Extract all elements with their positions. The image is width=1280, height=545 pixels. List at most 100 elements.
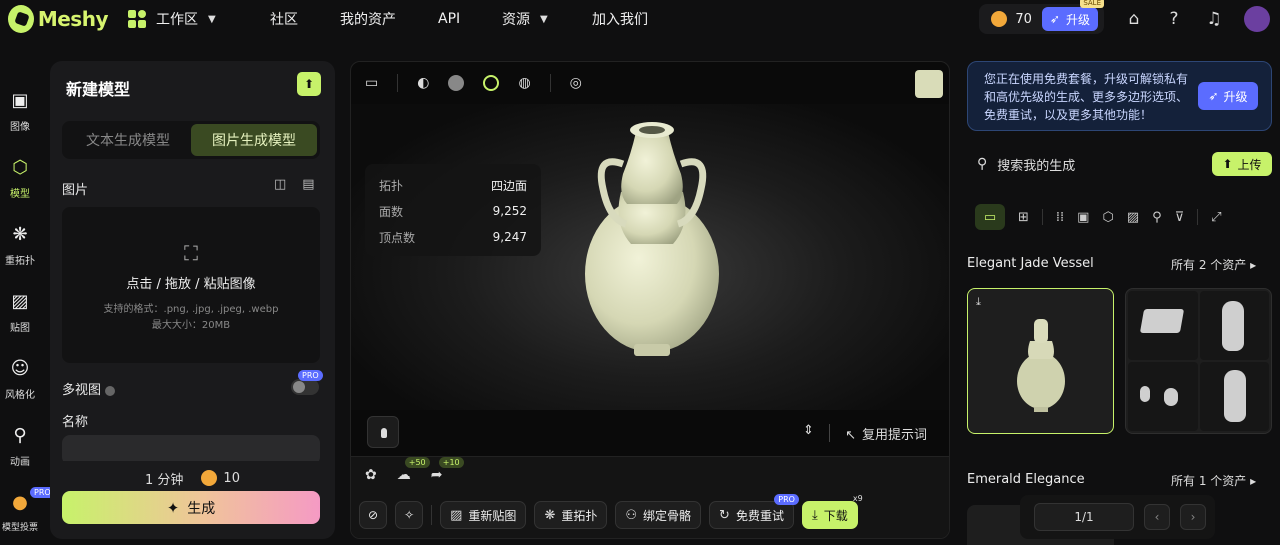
tab-text-to-model[interactable]: 文本生成模型 (65, 124, 191, 156)
all-types-icon[interactable]: ⁞⁞ (1056, 210, 1064, 225)
rail-item-remesh[interactable]: ❋ 重拓扑 (0, 224, 40, 291)
cube-filter-icon[interactable]: ⬡ (1102, 210, 1113, 225)
pro-badge: PRO (774, 494, 799, 505)
globe-icon[interactable]: ◎ (570, 75, 582, 91)
rail-item-model[interactable]: ⬡ 模型 (0, 157, 40, 224)
nav-resources[interactable]: 资源 ▼ (502, 0, 592, 38)
rail-item-image[interactable]: ▣ 图像 (0, 90, 40, 157)
divider (431, 505, 433, 525)
upgrade-button[interactable]: ➶ 升级 SALE (1041, 0, 1104, 31)
retexture-button[interactable]: ▨ 重新贴图 (440, 501, 527, 529)
free-retry-button[interactable]: ↻ 免费重试 PRO (709, 494, 799, 529)
chevron-right-icon: ▸ (1250, 474, 1257, 488)
fullscreen-icon[interactable]: ⤢ (1211, 210, 1221, 225)
rig-button[interactable]: ⚇ 绑定骨骼 (615, 501, 702, 529)
retopo-icon: ❋ (544, 507, 556, 523)
texture-mode-icon[interactable]: ◐ (417, 75, 429, 91)
source-image-thumbnail[interactable] (915, 70, 943, 98)
chevron-down-icon: ▼ (540, 13, 548, 25)
bell-icon[interactable]: ♫ (1194, 9, 1234, 29)
model-viewer: ▭ ◐ ◍ ◎ 拓扑 四边面 面数 9,252 顶点数 9,247 ⇕ ↖ 复用… (350, 61, 950, 539)
monitor-icon[interactable]: ▭ (365, 75, 378, 91)
tab-image-to-model[interactable]: 图片生成模型 (191, 124, 317, 156)
asset-card-selected[interactable]: ⤓ (967, 288, 1114, 434)
help-icon[interactable]: ? (1154, 9, 1194, 29)
running-filter-icon[interactable]: ⚲ (1152, 210, 1162, 225)
next-page-button[interactable]: › (1180, 504, 1206, 530)
share-button[interactable]: ➦ +10 (431, 457, 464, 483)
nav-my-assets[interactable]: 我的资产 (340, 0, 438, 38)
info-icon[interactable] (105, 385, 116, 396)
prev-page-button[interactable]: ‹ (1144, 504, 1170, 530)
download-button[interactable]: ⤓ 下载 x9 (801, 494, 863, 529)
upload-label: 上传 (1237, 157, 1262, 172)
folder-icon[interactable]: ▭ (975, 204, 1005, 230)
action-bar: ✿ ☁ +50 ➦ +10 ⊘ ✧ ▨ 重新贴图 ❋ 重拓扑 ⚇ 绑定骨骼 ↻ 免费重试 P… (351, 456, 949, 538)
gift-icon[interactable]: ⌂ (1114, 9, 1154, 29)
nav-community[interactable]: 社区 (270, 0, 340, 38)
name-label: 名称 (62, 415, 89, 430)
search-field[interactable]: ⚲ 搜索我的生成 (967, 148, 1183, 180)
clay-mode-icon[interactable] (448, 75, 465, 91)
prompt-image-thumbnail[interactable] (367, 416, 399, 448)
rail-item-animate[interactable]: ⚲ 动画 (0, 425, 40, 492)
openai-icon[interactable]: ✿ (365, 467, 377, 483)
supported-formats: 支持的格式：.png, .jpg, .jpeg, .webp (103, 304, 279, 315)
magic-icon-button[interactable]: ✧ (395, 501, 424, 529)
view-all-assets[interactable]: 所有 2 个资产 ▸ (1171, 256, 1256, 273)
grid-view-icon[interactable]: ⊞ (1018, 210, 1029, 225)
multiview-toggle[interactable] (291, 379, 319, 395)
upload-icon[interactable]: ⬆ (297, 72, 321, 96)
divider (829, 424, 830, 442)
upload-icon: ⬆ (1222, 157, 1233, 171)
filter-icon[interactable]: ⊽ (1175, 210, 1185, 225)
promo-text: 您正在使用免费套餐，升级可解锁私有和高优先级的生成、更多多边形选项、免费重试，以… (984, 72, 1189, 122)
promo-upgrade-button[interactable]: ➶ 升级 (1198, 82, 1258, 110)
image-filter-icon[interactable]: ▣ (1077, 210, 1089, 225)
dropzone-hint: 支持的格式：.png, .jpg, .jpeg, .webp 最大大小：20MB (62, 302, 320, 334)
texture-icon-button[interactable]: ⊘ (359, 501, 388, 529)
expand-icon[interactable]: ⇕ (803, 423, 814, 438)
rail-item-vote[interactable]: ● 模型投票 PRO (0, 487, 55, 542)
top-bar: Meshy 工作区 ▼ 社区 我的资产 API 资源 ▼ 加入我们 70 ➶ 升… (0, 0, 1280, 38)
download-icon: ⤓ (811, 507, 818, 523)
logo[interactable]: Meshy (8, 5, 109, 33)
texture-filter-icon[interactable]: ▨ (1127, 210, 1139, 225)
like-bonus-badge: +50 (404, 457, 430, 468)
avatar[interactable] (1244, 6, 1270, 32)
nav-api[interactable]: API (438, 0, 502, 38)
logo-text: Meshy (37, 7, 109, 31)
variant-thumbnail[interactable] (1199, 291, 1269, 360)
reuse-prompt-button[interactable]: ↖ 复用提示词 (845, 424, 927, 443)
remesh-button[interactable]: ❋ 重拓扑 (534, 501, 608, 529)
upload-button[interactable]: ⬆ 上传 (1212, 152, 1272, 176)
generation-cost: 1 分钟 10 (50, 461, 335, 495)
viewer-toolbar: ▭ ◐ ◍ ◎ (351, 62, 949, 104)
variant-thumbnail[interactable] (1199, 362, 1269, 431)
retry-icon: ↻ (719, 507, 730, 523)
gallery-icon[interactable]: ▤ (302, 177, 314, 192)
variant-thumbnail[interactable] (1128, 362, 1198, 431)
vase-thumbnail (1017, 319, 1065, 412)
split-view-icon[interactable]: ◫ (274, 177, 286, 192)
nav-join-us[interactable]: 加入我们 (592, 0, 682, 38)
rail-item-texture[interactable]: ▨ 贴图 (0, 291, 40, 358)
rail-label: 贴图 (10, 323, 30, 334)
nav-workspace[interactable]: 工作区 ▼ (128, 0, 270, 38)
credits-box[interactable]: 70 ➶ 升级 SALE (979, 0, 1104, 34)
credit-coin-icon (991, 11, 1008, 27)
view-all-assets[interactable]: 所有 1 个资产 ▸ (1171, 472, 1256, 489)
credit-coin-icon (201, 470, 218, 486)
generate-button[interactable]: ✦ 生成 (62, 491, 320, 524)
variant-thumbnail[interactable] (1128, 291, 1198, 360)
rail-item-stylize[interactable]: ☺ 风格化 (0, 358, 40, 425)
section-title: Elegant Jade Vessel (967, 256, 1094, 271)
divider (1041, 209, 1043, 225)
image-dropzone[interactable]: ⛶ 点击 / 拖放 / 粘贴图像 支持的格式：.png, .jpg, .jpeg… (62, 207, 320, 363)
wireframe-mode-icon[interactable]: ◍ (518, 75, 530, 91)
like-button[interactable]: ☁ +50 (397, 457, 430, 483)
asset-card-variants[interactable] (1125, 288, 1272, 434)
viewport[interactable]: 拓扑 四边面 面数 9,252 顶点数 9,247 (351, 104, 949, 410)
shaded-mode-icon[interactable] (483, 75, 500, 91)
social-actions: ✿ ☁ +50 ➦ +10 (365, 457, 464, 483)
